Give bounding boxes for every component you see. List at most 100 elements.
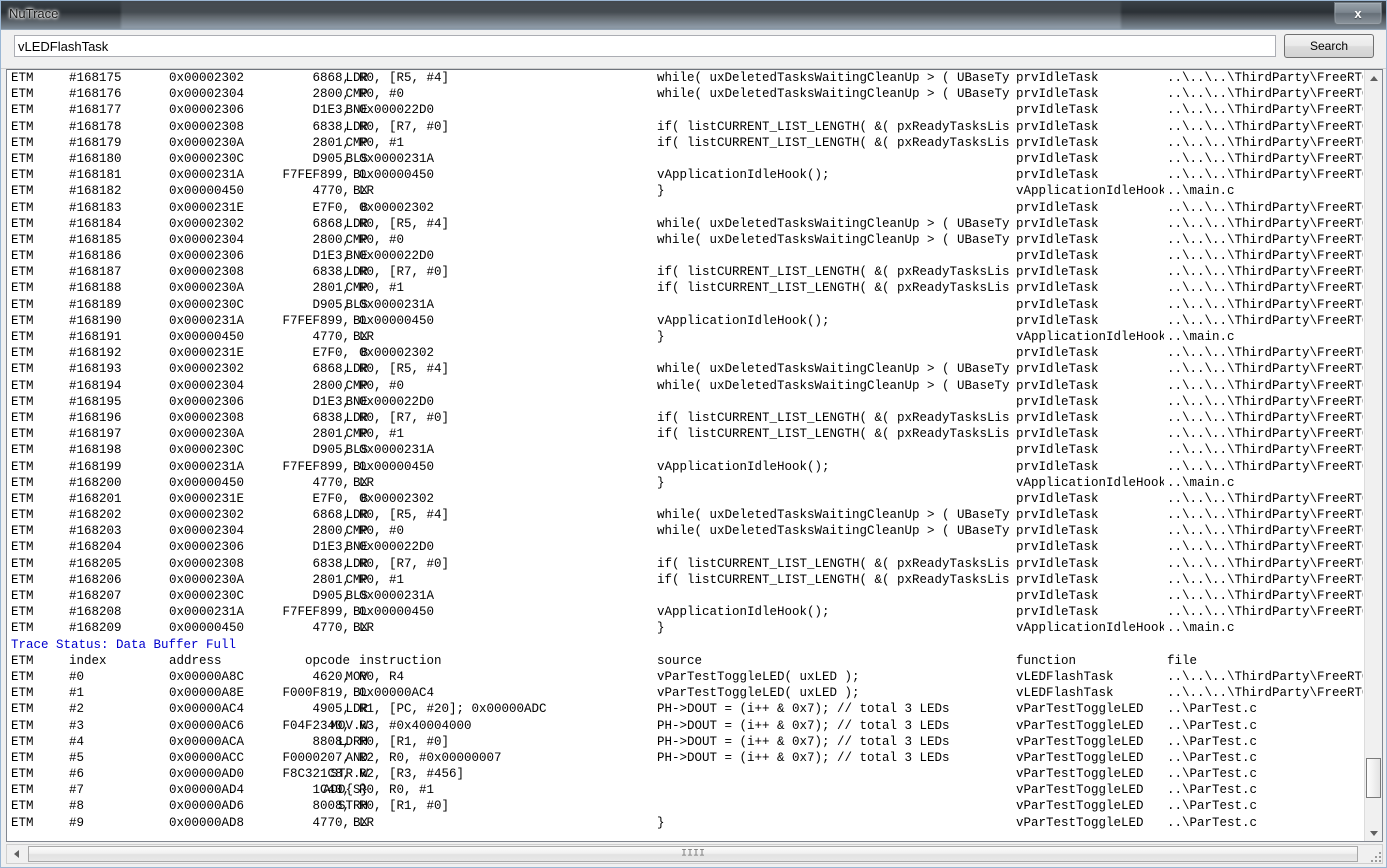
trace-cell-source: } xyxy=(657,330,665,344)
trace-row[interactable]: ETM #168177 0x00002306 D1E3, BNE 0x000022D0 pr… xyxy=(7,102,1365,118)
trace-row[interactable]: ETM #168207 0x0000230C D905, BLS 0x0000231A pr… xyxy=(7,588,1365,604)
trace-cell-instruction: 0x00000450 xyxy=(359,605,435,620)
trace-row[interactable]: ETM #168179 0x0000230A 2801, CMP R0, #1 if( li… xyxy=(7,135,1365,151)
trace-row[interactable]: ETM #168203 0x00002304 2800, CMP R0, #0 while(… xyxy=(7,523,1365,539)
trace-cell-function: prvIdleTask xyxy=(1016,168,1099,183)
trace-row[interactable]: ETM #1 0x00000A8E F000F819, BL 0x00000AC4 vPar… xyxy=(7,685,1365,701)
trace-cell-file: ..\ParTest.c xyxy=(1167,767,1258,782)
trace-row[interactable]: ETM #168201 0x0000231E E7F0, B 0x00002302 prvI… xyxy=(7,491,1365,507)
trace-cell-source: if( listCURRENT_LIST_LENGTH( &( pxReadyT… xyxy=(657,135,1009,150)
trace-cell-etm: ETM xyxy=(11,459,34,474)
trace-cell-address: 0x00002304 xyxy=(169,524,245,539)
trace-row[interactable]: ETM #2 0x00000AC4 4905, LDR R1, [PC, #20]; 0x… xyxy=(7,701,1365,717)
trace-cell-address: 0x00002308 xyxy=(169,410,245,425)
trace-row[interactable]: ETM #168197 0x0000230A 2801, CMP R0, #1 if( li… xyxy=(7,426,1365,442)
trace-row[interactable]: ETM #7 0x00000AD4 1C40, ADD{S} R0, R0, #1 vPar… xyxy=(7,782,1365,798)
trace-row[interactable]: ETM #168195 0x00002306 D1E3, BNE 0x000022D0 pr… xyxy=(7,394,1365,410)
trace-row[interactable]: ETM #168206 0x0000230A 2801, CMP R0, #1 if( li… xyxy=(7,572,1365,588)
trace-row[interactable]: ETM #4 0x00000ACA 8808, LDRH R0, [R1, #0] PH->… xyxy=(7,734,1365,750)
trace-row[interactable]: ETM #5 0x00000ACC F0000207, AND R2, R0, #0x00… xyxy=(7,750,1365,766)
trace-row[interactable]: ETM #168187 0x00002308 6838, LDR R0, [R7, #0]… xyxy=(7,264,1365,280)
trace-cell-address: 0x00002308 xyxy=(169,265,245,280)
search-input[interactable] xyxy=(14,35,1276,57)
trace-row[interactable]: ETM #168196 0x00002308 6838, LDR R0, [R7, #0]… xyxy=(7,410,1365,426)
resize-grip-icon[interactable] xyxy=(1369,850,1383,864)
trace-cell-file: ..\..\..\ThirdParty\FreeRTOS\ xyxy=(1167,135,1363,150)
trace-cell-address: 0x00002306 xyxy=(169,394,245,409)
trace-row[interactable]: ETM #9 0x00000AD8 4770, BX LR} vParTestToggleL… xyxy=(7,815,1365,831)
trace-cell-instruction: 0x000022D0 xyxy=(359,103,435,118)
trace-cell-etm: ETM xyxy=(11,605,34,620)
trace-row[interactable]: ETM #168185 0x00002304 2800, CMP R0, #0 while(… xyxy=(7,232,1365,248)
trace-cell-address: 0x00002302 xyxy=(169,508,245,523)
trace-cell-etm: ETM xyxy=(11,119,34,134)
trace-row[interactable]: ETM #168188 0x0000230A 2801, CMP R0, #1 if( li… xyxy=(7,280,1365,296)
trace-cell-etm: ETM xyxy=(11,686,34,701)
trace-cell-instruction: R0, #1 xyxy=(359,281,405,296)
scroll-up-button[interactable] xyxy=(1365,70,1382,87)
trace-cell-index: #168181 xyxy=(69,168,122,183)
trace-row[interactable]: ETM #168186 0x00002306 D1E3, BNE 0x000022D0 pr… xyxy=(7,248,1365,264)
trace-cell-source: if( listCURRENT_LIST_LENGTH( &( pxReadyT… xyxy=(657,265,1009,280)
trace-cell-instruction: R0, R4 xyxy=(359,669,405,684)
horizontal-scrollbar[interactable]: IIII xyxy=(6,844,1383,864)
trace-row[interactable]: ETM #168199 0x0000231A F7FEF899, BL 0x0000045… xyxy=(7,459,1365,475)
trace-row[interactable]: ETM #168208 0x0000231A F7FEF899, BL 0x0000045… xyxy=(7,604,1365,620)
trace-cell-index: #9 xyxy=(69,815,85,830)
trace-row[interactable]: ETM #168198 0x0000230C D905, BLS 0x0000231A pr… xyxy=(7,442,1365,458)
trace-row[interactable]: ETM #8 0x00000AD6 8008, STRH R0, [R1, #0] vPar… xyxy=(7,798,1365,814)
trace-cell-file: ..\..\..\ThirdParty\FreeRTOS\ xyxy=(1167,378,1363,393)
trace-cell-instruction: 0x00000450 xyxy=(359,168,435,183)
trace-cell-address: 0x00002304 xyxy=(169,87,245,102)
trace-column-header-row[interactable]: ETM index address opcode instruction source fu… xyxy=(7,653,1365,669)
close-button[interactable]: x xyxy=(1334,2,1382,25)
vertical-scrollbar-thumb[interactable] xyxy=(1366,758,1381,798)
trace-cell-file: ..\ParTest.c xyxy=(1167,783,1258,798)
trace-cell-function: prvIdleTask xyxy=(1016,540,1099,555)
trace-cell-file: ..\..\..\ThirdParty\FreeRTOS\ xyxy=(1167,572,1363,587)
trace-cell-function: prvIdleTask xyxy=(1016,103,1099,118)
search-button[interactable]: Search xyxy=(1284,34,1374,58)
trace-row[interactable]: ETM #168184 0x00002302 6868, LDR R0, [R5, #4]… xyxy=(7,216,1365,232)
trace-cell-etm: ETM xyxy=(11,362,34,377)
trace-row[interactable]: ETM #168205 0x00002308 6838, LDR R0, [R7, #0]… xyxy=(7,556,1365,572)
trace-row[interactable]: ETM #168176 0x00002304 2800, CMP R0, #0 while(… xyxy=(7,86,1365,102)
vertical-scrollbar[interactable] xyxy=(1364,70,1382,841)
trace-row[interactable]: ETM #168194 0x00002304 2800, CMP R0, #0 while(… xyxy=(7,378,1365,394)
trace-row[interactable]: ETM #168191 0x00000450 4770, BX LR} vApplicati… xyxy=(7,329,1365,345)
trace-row[interactable]: ETM #168175 0x00002302 6868, LDR R0, [R5, #4]… xyxy=(7,70,1365,86)
trace-cell-etm: ETM xyxy=(11,265,34,280)
trace-row[interactable]: ETM #168178 0x00002308 6838, LDR R0, [R7, #0]… xyxy=(7,119,1365,135)
trace-row[interactable]: ETM #168182 0x00000450 4770, BX LR} vApplicati… xyxy=(7,183,1365,199)
trace-row[interactable]: ETM #0 0x00000A8C 4620, MOV R0, R4 vParTestTog… xyxy=(7,669,1365,685)
horizontal-scrollbar-thumb[interactable]: IIII xyxy=(28,846,1358,862)
trace-cell-file: ..\..\..\ThirdParty\FreeRTOS\ xyxy=(1167,394,1363,409)
trace-cell-function: prvIdleTask xyxy=(1016,281,1099,296)
chevron-left-icon xyxy=(13,850,19,858)
trace-row[interactable]: ETM #168189 0x0000230C D905, BLS 0x0000231A pr… xyxy=(7,297,1365,313)
scroll-down-button[interactable] xyxy=(1365,824,1382,841)
trace-cell-function: prvIdleTask xyxy=(1016,443,1099,458)
trace-cell-index: #168197 xyxy=(69,427,122,442)
trace-cell-etm: ETM xyxy=(11,297,34,312)
trace-row[interactable]: ETM #3 0x00000AC6 F04F2340, MOV.W R3, #0x4000… xyxy=(7,718,1365,734)
trace-row[interactable]: ETM #168180 0x0000230C D905, BLS 0x0000231A pr… xyxy=(7,151,1365,167)
trace-row[interactable]: ETM #168204 0x00002306 D1E3, BNE 0x000022D0 pr… xyxy=(7,539,1365,555)
trace-row[interactable]: ETM #168200 0x00000450 4770, BX LR} vApplicati… xyxy=(7,475,1365,491)
trace-viewport[interactable]: ETM #168175 0x00002302 6868, LDR R0, [R5, #4]… xyxy=(7,70,1365,841)
trace-cell-function: prvIdleTask xyxy=(1016,572,1099,587)
trace-row[interactable]: ETM #168183 0x0000231E E7F0, B 0x00002302 prvI… xyxy=(7,200,1365,216)
trace-row[interactable]: ETM #168193 0x00002302 6868, LDR R0, [R5, #4]… xyxy=(7,361,1365,377)
trace-cell-instruction: 0x00002302 xyxy=(359,346,435,361)
trace-row[interactable]: ETM #6 0x00000AD0 F8C321C8, STR.W R2, [R3, #4… xyxy=(7,766,1365,782)
trace-cell-etm: ETM xyxy=(11,540,34,555)
trace-row[interactable]: ETM #168181 0x0000231A F7FEF899, BL 0x0000045… xyxy=(7,167,1365,183)
trace-cell-instruction: 0x0000231A xyxy=(359,589,435,603)
trace-row[interactable]: ETM #168202 0x00002302 6868, LDR R0, [R5, #4]… xyxy=(7,507,1365,523)
trace-cell-source: vApplicationIdleHook(); xyxy=(657,605,830,620)
trace-row[interactable]: ETM #168192 0x0000231E E7F0, B 0x00002302 prvI… xyxy=(7,345,1365,361)
trace-cell-file: ..\ParTest.c xyxy=(1167,718,1258,733)
trace-row[interactable]: ETM #168209 0x00000450 4770, BX LR} vApplicati… xyxy=(7,620,1365,636)
scroll-left-button[interactable] xyxy=(8,846,25,862)
trace-row[interactable]: ETM #168190 0x0000231A F7FEF899, BL 0x0000045… xyxy=(7,313,1365,329)
